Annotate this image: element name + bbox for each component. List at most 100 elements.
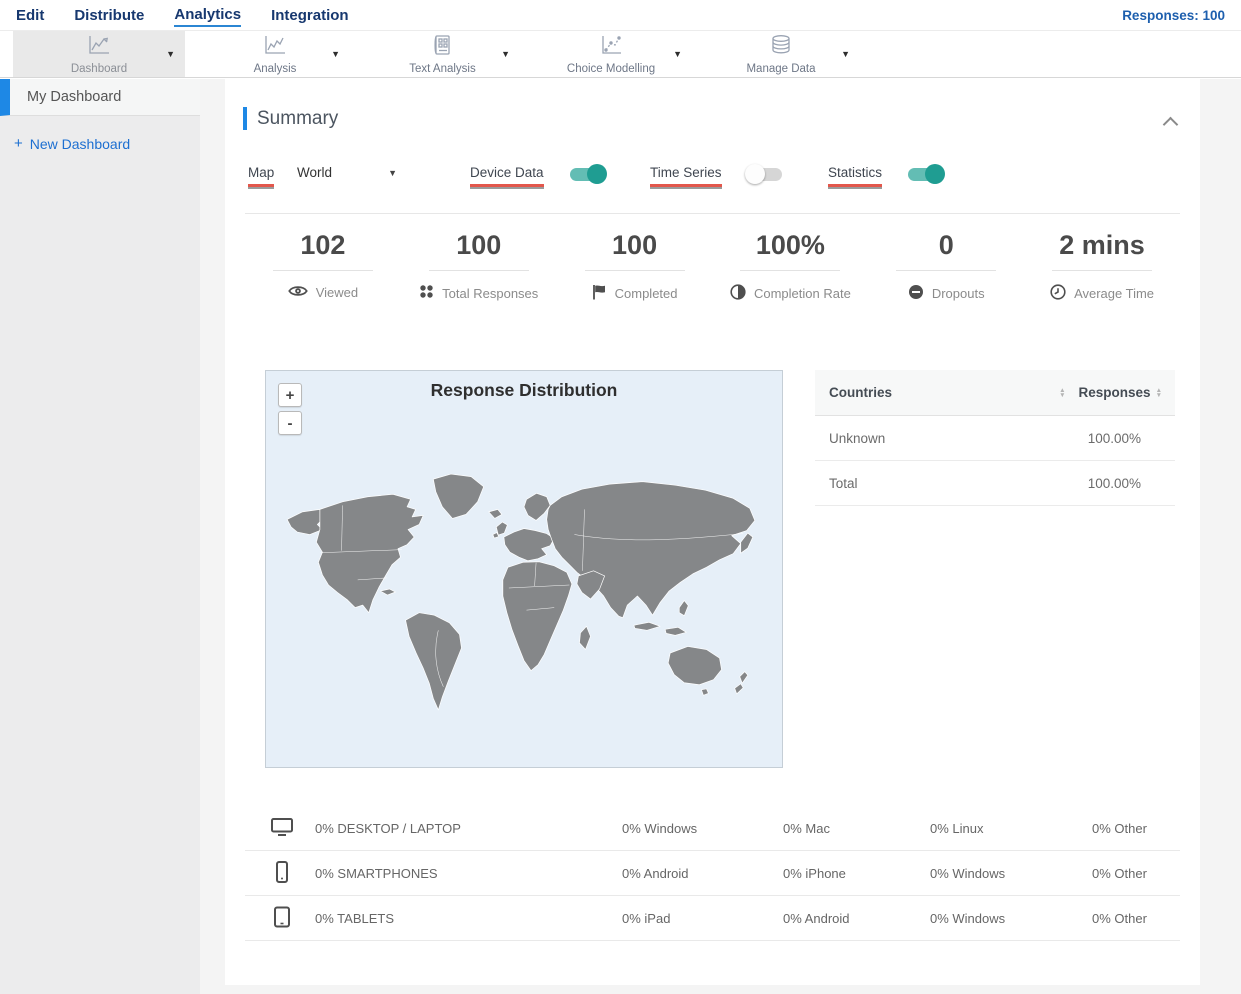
collapse-chevron-up-icon[interactable] [1162,116,1179,133]
stat-completion-rate: 100% Completion Rate [712,230,868,303]
database-icon [769,34,793,61]
nav-item-distribute[interactable]: Distribute [74,4,144,26]
countries-column-header[interactable]: Countries [829,385,1054,400]
time-series-toggle[interactable] [744,164,782,184]
stat-total-responses: 100 Total Responses [401,230,557,303]
map-label: Map [248,165,275,187]
plus-icon: + [14,135,23,152]
table-row: Unknown 100.00% [815,416,1175,461]
divider [1052,270,1153,271]
responses-column-header[interactable]: Responses [1079,385,1151,400]
stat-value: 100 [612,230,658,260]
country-responses: 100.00% [1087,430,1141,446]
response-distribution-map[interactable]: Response Distribution + - [265,370,783,768]
toggle-knob [586,164,607,184]
country-name: Unknown [829,430,886,446]
sidebar-item-label: My Dashboard [27,89,122,105]
stat-value: 2 mins [1059,230,1145,260]
device-data-label: Device Data [470,165,544,187]
chevron-down-icon[interactable]: ▼ [841,49,850,59]
tablet-icon [270,905,315,932]
dots-grid-icon [419,284,434,302]
device-stat: 0% Other [1092,865,1147,881]
divider [740,270,841,271]
country-name: Total [829,475,858,491]
desktop-icon [270,816,315,840]
toolbar-item-manage-data[interactable]: Manage Data ▼ [702,31,860,77]
device-data-toggle[interactable] [569,164,607,184]
device-stat: 0% Other [1092,820,1147,836]
sort-icon[interactable]: ▲ ▼ [1059,387,1065,399]
toolbar-item-dashboard[interactable]: Dashboard ▼ [13,31,185,77]
stat-value: 0 [938,230,954,260]
device-stat: 0% Windows [930,865,1006,881]
device-breakdown-table: 0% DESKTOP / LAPTOP 0% Windows 0% Mac 0%… [245,806,1180,941]
chevron-down-icon[interactable]: ▼ [501,49,510,59]
line-chart-icon [262,34,288,61]
half-circle-icon [730,284,746,303]
stat-label: Viewed [315,285,359,300]
toolbar-item-text-analysis[interactable]: Text Analysis ▼ [365,31,520,77]
countries-table-header: Countries ▲ ▼ Responses ▲ ▼ [815,370,1175,416]
device-category-label: 0% SMARTPHONES [315,865,438,881]
chevron-down-icon: ▼ [388,167,397,178]
chevron-down-icon[interactable]: ▼ [331,49,340,59]
device-stat: 0% Android [783,910,850,926]
table-row-smartphones: 0% SMARTPHONES 0% Android 0% iPhone 0% W… [245,851,1180,896]
device-stat: 0% Mac [783,820,830,836]
stat-value: 100% [755,230,825,260]
stat-viewed: 102 Viewed [245,230,401,303]
map-region-value: World [297,165,333,180]
summary-accent-bar [243,107,247,130]
toolbar-item-analysis[interactable]: Analysis ▼ [200,31,350,77]
toggle-knob [744,164,765,184]
time-series-toggle-group: Time Series [650,164,782,187]
divider [428,270,529,271]
nav-item-edit[interactable]: Edit [16,4,44,26]
device-stat: 0% Windows [622,820,698,836]
country-responses: 100.00% [1087,475,1141,491]
toolbar-item-label: Manage Data [746,62,816,75]
nav-item-analytics[interactable]: Analytics [174,3,242,27]
new-dashboard-button[interactable]: + New Dashboard [14,135,200,152]
statistics-toggle[interactable] [908,164,946,184]
table-row-desktop: 0% DESKTOP / LAPTOP 0% Windows 0% Mac 0%… [245,806,1180,851]
map-zoom-in-button[interactable]: + [278,383,302,407]
statistics-label: Statistics [828,165,883,187]
stat-label: Total Responses [442,285,539,301]
toolbar-item-label: Analysis [253,62,297,75]
nav-item-integration[interactable]: Integration [271,4,349,26]
clock-icon [1050,284,1066,303]
scatter-chart-icon [598,34,624,61]
stat-label: Average Time [1074,286,1155,301]
stats-row: 102 Viewed 100 Total Responses 100 Compl… [245,230,1180,303]
device-data-toggle-group: Device Data [470,164,607,187]
device-stat: 0% Linux [930,820,984,836]
device-stat: 0% iPad [622,910,671,926]
top-nav: Edit Distribute Analytics Integration Re… [0,0,1241,30]
device-stat: 0% iPhone [783,865,846,881]
chevron-down-icon[interactable]: ▼ [166,49,175,59]
sidebar-item-my-dashboard[interactable]: My Dashboard [0,79,200,116]
chevron-down-icon[interactable]: ▼ [673,49,682,59]
stat-average-time: 2 mins Average Time [1024,230,1180,303]
stat-value: 100 [456,230,502,260]
device-stat: 0% Other [1092,910,1147,926]
world-map [286,473,756,711]
time-series-label: Time Series [650,165,722,187]
toolbar-item-choice-modelling[interactable]: Choice Modelling ▼ [530,31,692,77]
new-dashboard-label: New Dashboard [29,135,131,152]
map-region-dropdown[interactable]: World ▼ [297,165,397,180]
smartphone-icon [270,860,315,887]
eye-icon [287,284,308,301]
minus-circle-icon [908,284,924,303]
stat-dropouts: 0 Dropouts [868,230,1024,303]
sort-icon[interactable]: ▲ ▼ [1156,387,1162,399]
stat-label: Dropouts [931,286,985,301]
toggle-knob [925,164,946,184]
summary-panel: Summary Map World ▼ Device Data Time Ser… [225,79,1200,985]
divider [584,270,685,271]
table-row: Total 100.00% [815,461,1175,506]
stat-label: Completed [614,286,678,301]
divider [245,213,1180,214]
